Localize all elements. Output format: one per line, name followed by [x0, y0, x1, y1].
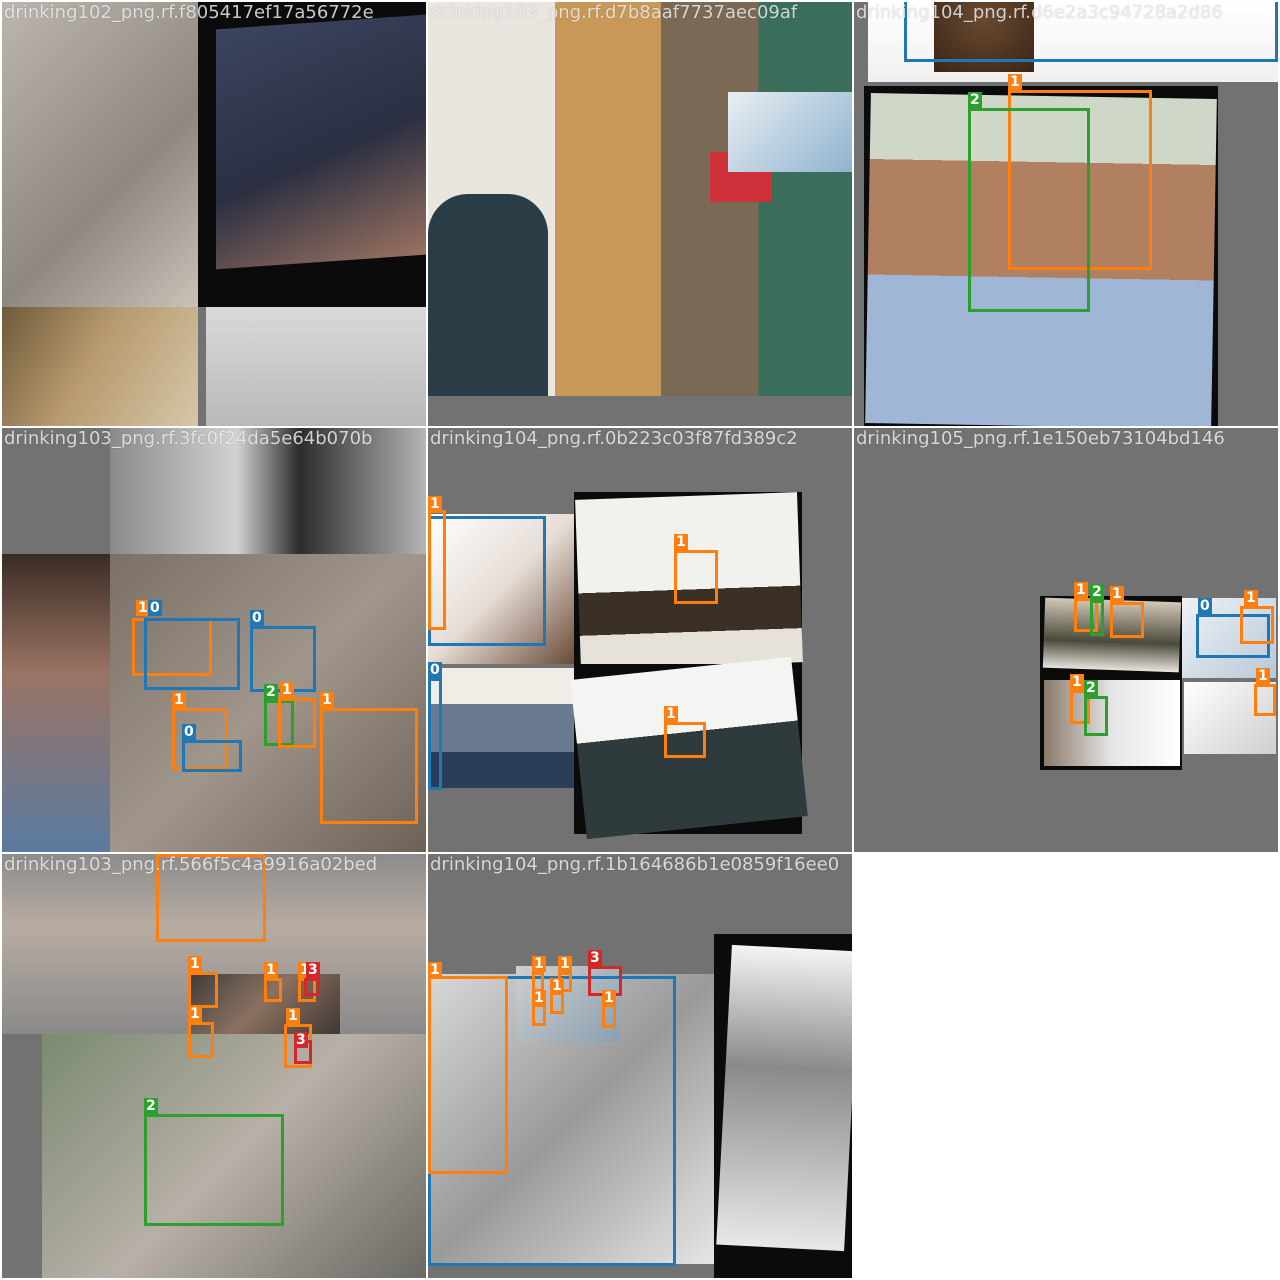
detection-label: 1: [1074, 582, 1088, 598]
photo-window: [1044, 680, 1180, 766]
tile-filename: drinking104_png.rf.d6e2a3c94728a2d86: [856, 2, 1223, 23]
detection-box: [182, 740, 242, 772]
detection-label: 0: [1198, 598, 1212, 614]
detection-label: 2: [968, 92, 982, 108]
detection-label: 0: [148, 600, 162, 616]
photo-arm: [2, 2, 198, 307]
detection-label: 2: [1084, 680, 1098, 696]
detection-label: 1: [264, 962, 278, 978]
photo-wall: [206, 307, 426, 426]
detection-box: [1110, 602, 1144, 638]
detection-box: [144, 1114, 284, 1226]
photo-hair: [2, 307, 198, 426]
detection-label: 1: [558, 956, 572, 972]
detection-label: 1: [428, 962, 442, 978]
detection-label: 3: [588, 950, 602, 966]
detection-label: 1: [172, 692, 186, 708]
detection-label: 3: [306, 962, 320, 978]
tile-filename: drinking102_png.rf.f805417ef17a56772e: [4, 2, 374, 23]
detection-label: 0: [428, 662, 442, 678]
detection-label: 1: [1244, 590, 1258, 606]
photo-shoulder: [216, 14, 426, 270]
detection-box: [428, 976, 508, 1174]
detection-box: [428, 510, 446, 630]
tile-filename: drinking105_png.rf.1e150eb73104bd146: [856, 428, 1225, 449]
detection-box: [144, 618, 240, 690]
detection-box: [304, 978, 320, 996]
detection-label: 1: [188, 956, 202, 972]
photo-ear: [2, 554, 110, 852]
tile-filename: drinking103_png.rf.d7b8aaf7737aec09af: [430, 2, 798, 23]
detection-label: 1: [1008, 74, 1022, 90]
detection-label: 1: [1070, 674, 1084, 690]
detection-box: [1084, 696, 1108, 736]
detection-box: [188, 972, 218, 1008]
detection-label: 1: [532, 990, 546, 1006]
detection-label: 1: [428, 496, 442, 512]
mosaic-tile: drinking105_png.rf.1e150eb73104bd146 1 2…: [854, 428, 1278, 852]
detection-label: 3: [294, 1032, 308, 1048]
detection-box: [264, 978, 282, 1002]
mosaic-tile: drinking104_png.rf.d6e2a3c94728a2d86 1 2: [854, 2, 1278, 426]
mosaic-tile: drinking102_png.rf.f805417ef17a56772e: [2, 2, 426, 426]
detection-box: [278, 698, 316, 748]
tile-filename: drinking103_png.rf.566f5c4a9916a02bed: [4, 854, 378, 875]
detection-label: 2: [264, 684, 278, 700]
detection-label: 1: [664, 706, 678, 722]
mosaic-tile: drinking103_png.rf.3fc0f24da5e64b070b 1 …: [2, 428, 426, 852]
detection-box: [550, 992, 564, 1014]
detection-label: 0: [182, 724, 196, 740]
detection-box: [664, 722, 706, 758]
detection-box: [188, 1022, 214, 1058]
detection-label: 1: [602, 990, 616, 1006]
detection-box: [1090, 600, 1104, 636]
detection-label: 1: [1256, 668, 1270, 684]
detection-label: 2: [1090, 584, 1104, 600]
mosaic-grid: drinking102_png.rf.f805417ef17a56772e dr…: [0, 0, 1280, 1280]
tile-filename: drinking104_png.rf.0b223c03f87fd389c2: [430, 428, 798, 449]
detection-label: 1: [532, 956, 546, 972]
detection-label: 0: [250, 610, 264, 626]
detection-label: 1: [188, 1006, 202, 1022]
mosaic-tile: drinking103_png.rf.566f5c4a9916a02bed 1 …: [2, 854, 426, 1278]
detection-box: [428, 678, 442, 790]
mosaic-tile: drinking104_png.rf.0b223c03f87fd389c2 1 …: [428, 428, 852, 852]
detection-label: 1: [320, 692, 334, 708]
detection-box: [532, 1004, 546, 1026]
photo-chair: [428, 194, 548, 396]
detection-label: 1: [674, 534, 688, 550]
detection-label: 1: [286, 1008, 300, 1024]
tile-filename: drinking103_png.rf.3fc0f24da5e64b070b: [4, 428, 373, 449]
detection-box: [602, 1004, 616, 1028]
detection-box: [320, 708, 418, 824]
detection-box: [1240, 606, 1274, 644]
detection-label: 2: [144, 1098, 158, 1114]
detection-label: 1: [1110, 586, 1124, 602]
tile-filename: drinking104_png.rf.1b164686b1e0859f16ee0: [430, 854, 840, 875]
mosaic-tile: drinking103_png.rf.d7b8aaf7737aec09af: [428, 2, 852, 426]
detection-box: [1254, 684, 1276, 716]
mosaic-tile: drinking104_png.rf.1b164686b1e0859f16ee0…: [428, 854, 852, 1278]
photo-crowd: [428, 668, 574, 788]
detection-label: 1: [280, 682, 294, 698]
detection-box: [532, 972, 544, 992]
photo-office: [716, 944, 852, 1252]
detection-box: [968, 108, 1090, 312]
detection-label: 1: [550, 978, 564, 994]
photo-bags: [728, 92, 852, 172]
detection-box: [674, 550, 718, 604]
